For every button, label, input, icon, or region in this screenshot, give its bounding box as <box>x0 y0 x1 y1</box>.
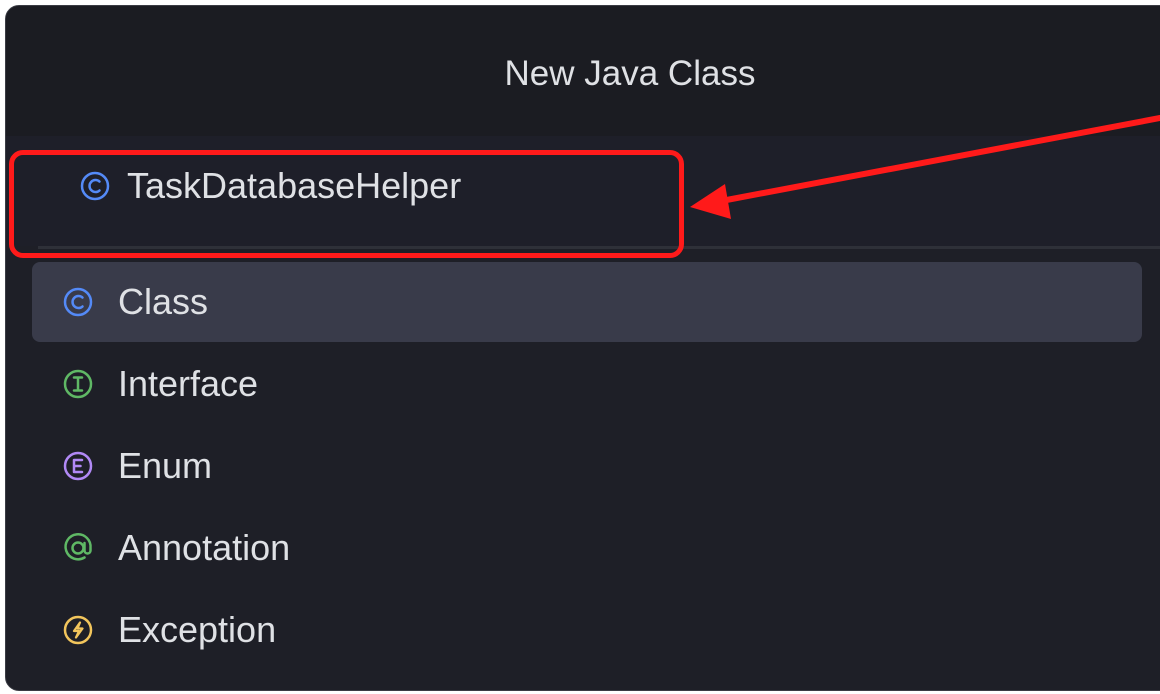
kind-item-enum[interactable]: Enum <box>32 426 1142 506</box>
kind-item-label: Interface <box>118 363 259 404</box>
kind-item-label: Class <box>118 281 209 322</box>
kind-item-annotation[interactable]: Annotation <box>32 508 1142 588</box>
highlight-box <box>9 150 684 258</box>
annotation-icon <box>64 533 92 561</box>
interface-icon <box>63 369 93 399</box>
class-icon <box>63 287 93 317</box>
dialog-title-bar: New Java Class <box>6 6 1160 136</box>
kind-item-exception[interactable]: Exception <box>32 590 1142 670</box>
kind-item-label: Annotation <box>118 527 291 568</box>
kind-item-label: Enum <box>118 445 213 486</box>
kind-item-interface[interactable]: Interface <box>32 344 1142 424</box>
exception-icon <box>63 615 93 645</box>
dialog-title: New Java Class <box>504 53 756 93</box>
kind-item-label: Exception <box>118 609 277 650</box>
kind-item-class[interactable]: Class <box>32 262 1142 342</box>
enum-icon <box>63 451 93 481</box>
